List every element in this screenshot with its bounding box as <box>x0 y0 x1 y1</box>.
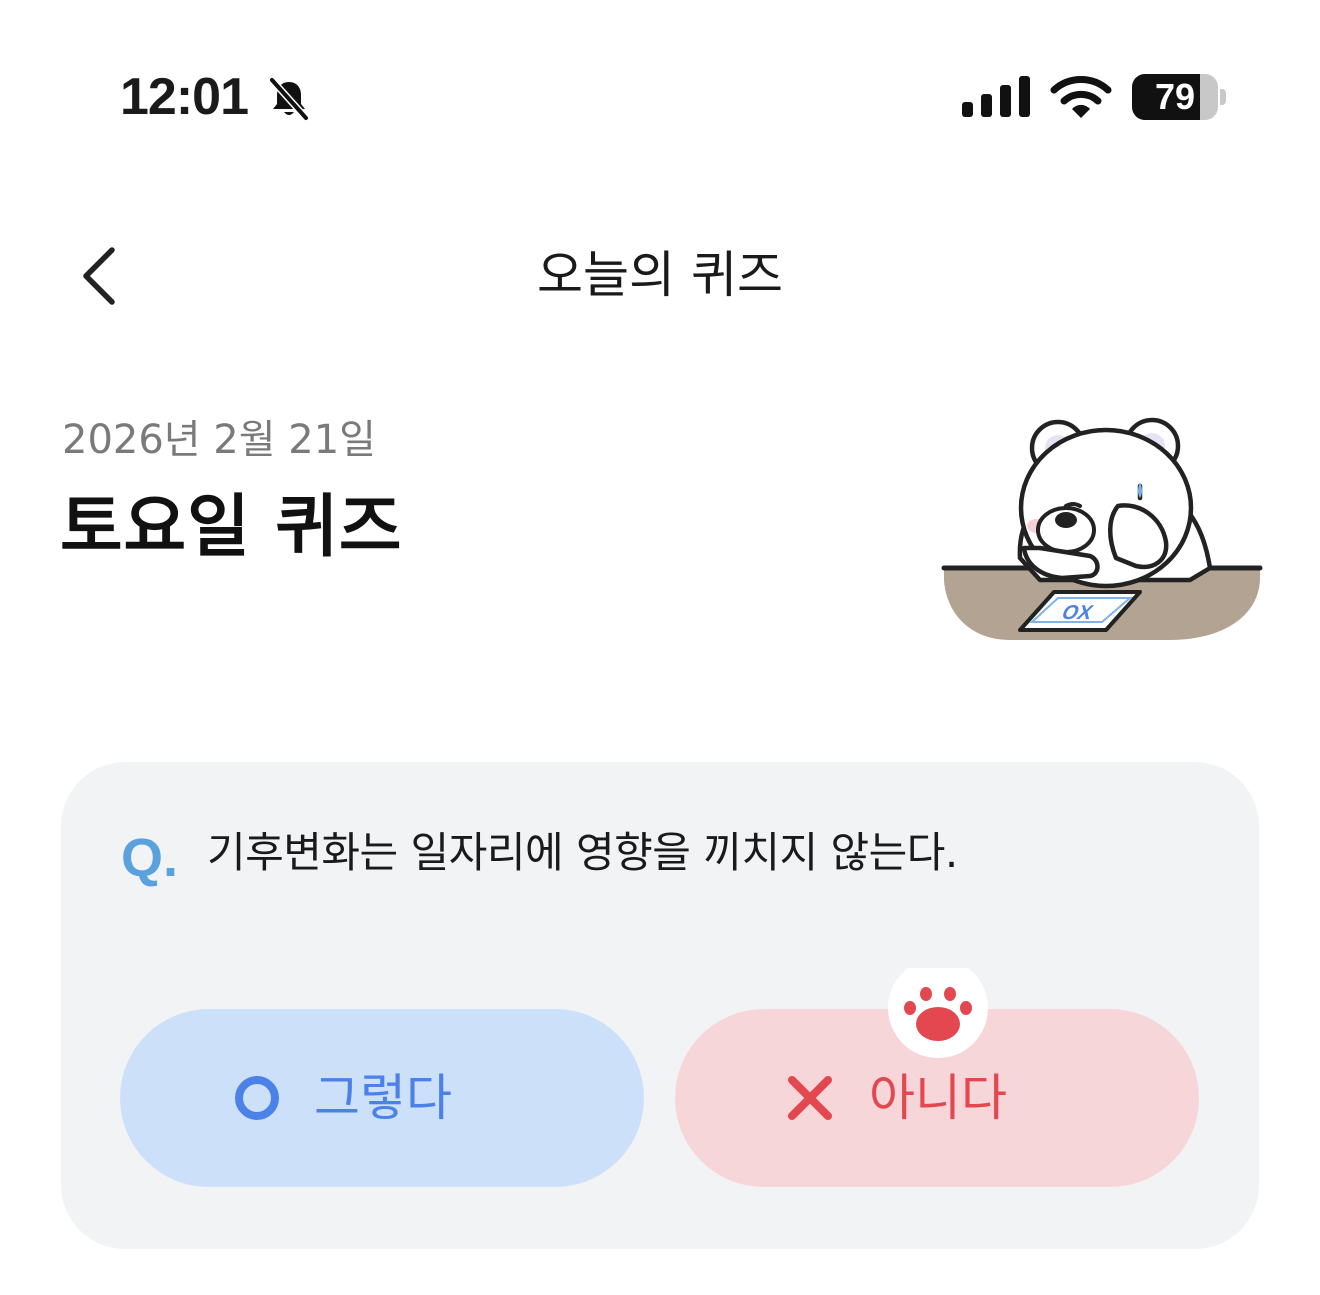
answer-yes-button[interactable]: 그렇다 <box>120 1009 644 1187</box>
circle-o-icon <box>235 1076 279 1120</box>
bell-slash-icon <box>268 76 310 122</box>
status-time: 12:01 <box>120 68 249 126</box>
wifi-icon <box>1050 76 1112 118</box>
battery-percent: 79 <box>1154 76 1196 117</box>
question-text: 기후변화는 일자리에 영향을 끼치지 않는다. <box>207 828 958 877</box>
quiz-date: 2026년 2월 21일 <box>62 417 376 463</box>
battery-body: 79 <box>1132 74 1218 120</box>
x-mark-icon <box>788 1076 832 1120</box>
bear-illustration: OX <box>941 417 1263 640</box>
answer-no-label: 아니다 <box>869 1069 1007 1127</box>
page-title: 오늘의 퀴즈 <box>537 246 783 304</box>
battery-indicator: 79 <box>1132 74 1228 120</box>
question-marker: Q. <box>121 828 179 888</box>
paw-icon <box>888 968 988 1058</box>
quiz-card: Q. 기후변화는 일자리에 영향을 끼치지 않는다. 그렇다 아니다 <box>61 762 1259 1249</box>
battery-tip <box>1220 89 1226 105</box>
back-button[interactable] <box>66 240 136 312</box>
quiz-title: 토요일 퀴즈 <box>60 488 403 567</box>
signal-icon <box>962 76 1030 117</box>
chevron-left-icon <box>83 247 115 305</box>
answer-yes-label: 그렇다 <box>314 1069 452 1127</box>
status-bar: 12:01 79 <box>0 0 1320 190</box>
